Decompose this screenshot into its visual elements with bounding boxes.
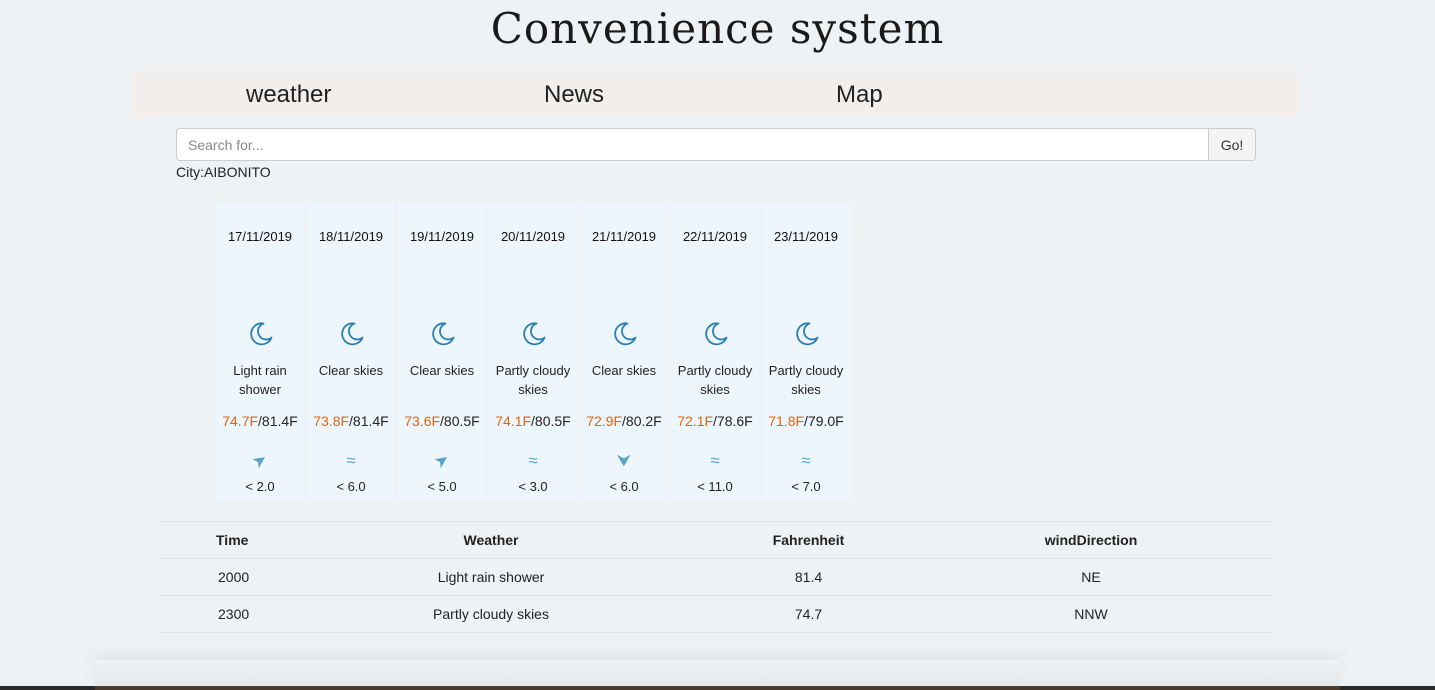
forecast-wind-speed: < 3.0 [518, 479, 548, 494]
footer-bar-accent [95, 686, 1340, 690]
forecast-temp-low: 73.6F [404, 413, 441, 429]
wind-waves-icon: ≈ [710, 451, 720, 470]
forecast-strip: 17/11/2019 Light rain shower 74.7F/81.4F ➤ <… [216, 203, 850, 500]
wind-waves-icon: ≈ [346, 451, 356, 470]
cell-fahrenheit: 81.4 [676, 558, 941, 596]
forecast-date: 20/11/2019 [500, 229, 566, 244]
forecast-wind-speed: < 2.0 [245, 479, 275, 494]
forecast-temps: 73.6F/80.5F [398, 413, 486, 429]
forecast-wind-speed: < 11.0 [697, 479, 733, 494]
forecast-wind-speed: < 6.0 [609, 479, 639, 494]
col-header-time: Time [161, 521, 306, 559]
forecast-temp-low: 72.1F [677, 413, 714, 429]
app-title: Convenience system [490, 4, 945, 53]
col-header-fahrenheit: Fahrenheit [676, 521, 941, 559]
forecast-date: 22/11/2019 [682, 229, 748, 244]
forecast-condition: Light rain shower [233, 363, 287, 397]
forecast-temp-high: /81.4F [258, 413, 298, 429]
forecast-date: 17/11/2019 [227, 229, 293, 244]
forecast-temps: 72.9F/80.2F [580, 413, 668, 429]
moon-icon [430, 321, 456, 347]
city-label: City:AIBONITO [176, 164, 271, 180]
forecast-date: 18/11/2019 [318, 229, 384, 244]
forecast-temp-low: 72.9F [586, 413, 623, 429]
forecast-day-card[interactable]: 17/11/2019 Light rain shower 74.7F/81.4F ➤ <… [216, 203, 304, 500]
cell-time: 2300 [161, 595, 306, 633]
forecast-temp-low: 74.7F [222, 413, 259, 429]
nav-map[interactable]: Map [836, 72, 883, 117]
forecast-temp-high: /79.0F [804, 413, 844, 429]
nav-weather[interactable]: weather [246, 72, 331, 117]
search-input[interactable] [176, 128, 1209, 161]
forecast-temp-high: /80.2F [622, 413, 662, 429]
forecast-day-card[interactable]: 23/11/2019 Partly cloudy skies 71.8F/79.0F… [762, 203, 850, 500]
forecast-day-card[interactable]: 22/11/2019 Partly cloudy skies 72.1F/78.6F… [671, 203, 759, 500]
forecast-wind-speed: < 5.0 [427, 479, 457, 494]
cell-weather: Light rain shower [306, 558, 676, 596]
forecast-temp-high: /80.5F [531, 413, 571, 429]
cell-fahrenheit: 74.7 [676, 595, 941, 633]
forecast-temp-high: /81.4F [349, 413, 389, 429]
arrow-down-icon: ⮟ [616, 451, 632, 470]
forecast-temp-low: 71.8F [768, 413, 805, 429]
forecast-temps: 73.8F/81.4F [307, 413, 395, 429]
forecast-temp-low: 74.1F [495, 413, 532, 429]
forecast-temps: 72.1F/78.6F [671, 413, 759, 429]
moon-icon [612, 321, 638, 347]
forecast-day-card[interactable]: 20/11/2019 Partly cloudy skies 74.1F/80.5F… [489, 203, 577, 500]
cell-time: 2000 [161, 558, 306, 596]
go-button[interactable]: Go! [1208, 128, 1256, 161]
forecast-condition: Clear skies [409, 363, 475, 378]
forecast-temp-high: /78.6F [713, 413, 753, 429]
table-row: 2300 Partly cloudy skies 74.7 NNW [161, 595, 1271, 633]
table-header-row: Time Weather Fahrenheit windDirection [161, 521, 1271, 559]
moon-icon [794, 321, 820, 347]
wind-waves-icon: ≈ [801, 451, 811, 470]
col-header-weather: Weather [306, 521, 676, 559]
cell-wind-direction: NNW [941, 595, 1271, 633]
hourly-table: Time Weather Fahrenheit windDirection 20… [161, 521, 1271, 633]
forecast-condition: Partly cloudy skies [768, 363, 844, 397]
wind-waves-icon: ≈ [528, 451, 538, 470]
forecast-wind-speed: < 7.0 [791, 479, 821, 494]
forecast-temp-low: 73.8F [313, 413, 350, 429]
col-header-wind-direction: windDirection [941, 521, 1271, 559]
forecast-temps: 74.7F/81.4F [216, 413, 304, 429]
forecast-condition: Partly cloudy skies [677, 363, 753, 397]
moon-icon [339, 321, 365, 347]
forecast-condition: Clear skies [591, 363, 657, 378]
forecast-day-card[interactable]: 19/11/2019 Clear skies 73.6F/80.5F ➤ < 5.0 [398, 203, 486, 500]
nav-news[interactable]: News [544, 72, 604, 117]
forecast-wind-speed: < 6.0 [336, 479, 366, 494]
moon-icon [703, 321, 729, 347]
forecast-temp-high: /80.5F [440, 413, 480, 429]
arrow-up-right-icon: ➤ [248, 448, 271, 473]
forecast-day-card[interactable]: 21/11/2019 Clear skies 72.9F/80.2F ⮟ < 6.0 [580, 203, 668, 500]
forecast-day-card[interactable]: 18/11/2019 Clear skies 73.8F/81.4F ≈ < 6.0 [307, 203, 395, 500]
main-nav: weather News Map [131, 72, 1300, 117]
footer-shadow [95, 660, 1340, 688]
forecast-date: 23/11/2019 [773, 229, 839, 244]
forecast-condition: Clear skies [318, 363, 384, 378]
cell-wind-direction: NE [941, 558, 1271, 596]
forecast-date: 19/11/2019 [409, 229, 475, 244]
forecast-condition: Partly cloudy skies [495, 363, 571, 397]
forecast-date: 21/11/2019 [591, 229, 657, 244]
moon-icon [248, 321, 274, 347]
moon-icon [521, 321, 547, 347]
arrow-up-right-icon: ➤ [430, 448, 453, 473]
forecast-temps: 74.1F/80.5F [489, 413, 577, 429]
table-row: 2000 Light rain shower 81.4 NE [161, 558, 1271, 596]
cell-weather: Partly cloudy skies [306, 595, 676, 633]
forecast-temps: 71.8F/79.0F [762, 413, 850, 429]
